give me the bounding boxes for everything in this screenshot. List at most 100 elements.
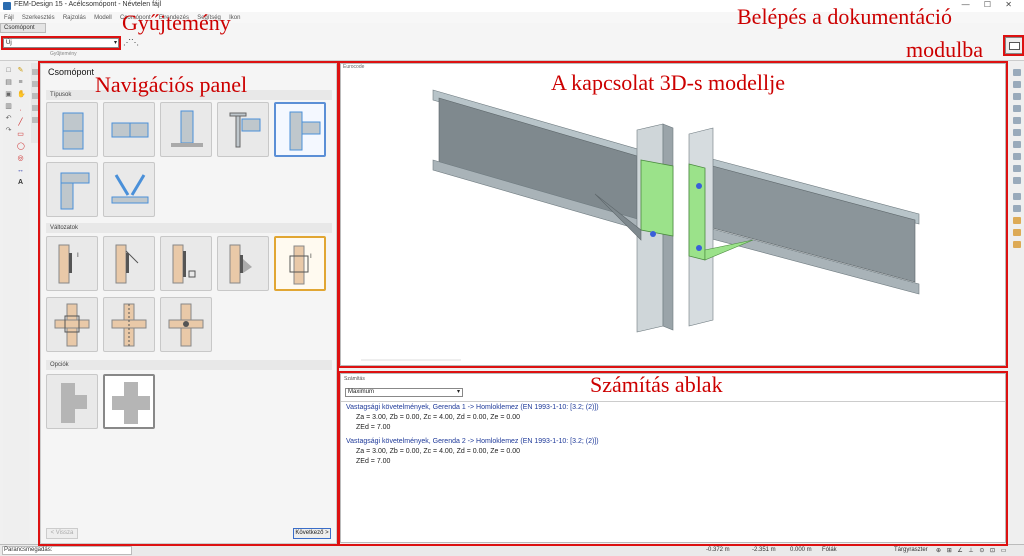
section-variants: Változatok	[46, 223, 332, 233]
bolt-icon	[696, 245, 702, 251]
joint-3d-model	[361, 89, 920, 361]
display-icon[interactable]	[1013, 193, 1021, 200]
end-plate-1	[640, 159, 674, 237]
column-beam-icon	[289, 111, 321, 151]
option-tile-1[interactable]	[46, 374, 98, 429]
app-window: { "titlebar": {"title": "FEM-Design 15 -…	[0, 0, 1024, 556]
zoom-all-icon[interactable]	[1013, 141, 1021, 148]
calc-result-1-title: Vastagsági követelmények, Gerenda 1 -> H…	[346, 404, 599, 411]
back-button[interactable]: < Vissza	[46, 528, 78, 539]
document-icon	[1009, 42, 1020, 50]
window-title: FEM-Design 15 - Acélcsomópont - Névtelen…	[14, 1, 162, 8]
text-icon[interactable]: A	[17, 179, 24, 186]
annotation-calculation: Számítás ablak	[590, 372, 723, 397]
chevron-down-icon: ▾	[113, 40, 117, 46]
variant-3-icon	[172, 244, 196, 284]
print-icon[interactable]: ▥	[5, 103, 12, 110]
snap-tools-icons[interactable]: ⊕ ⊞ ∠ ⊥ ⊙ ⊡ ▭	[936, 547, 1008, 554]
type-tile-column-beam-selected[interactable]	[274, 102, 326, 157]
variant-8-icon	[168, 303, 204, 347]
calc-result-2-sum: ZEd = 7.00	[356, 458, 391, 465]
new-icon[interactable]: □	[5, 67, 12, 74]
zoom-out-icon[interactable]	[1013, 129, 1021, 136]
collection-combo[interactable]: Új ▾	[3, 38, 119, 48]
type-tile-base-plate[interactable]	[160, 102, 212, 157]
calculation-window: Számítás Maximum ▾ Vastagsági követelmén…	[340, 373, 1006, 543]
scale-icon[interactable]	[32, 117, 38, 123]
undo-icon[interactable]: ↶	[5, 115, 12, 122]
navigation-panel: Csomópont Típusok Változatok I I Opciók …	[40, 63, 337, 544]
color-icon[interactable]	[1013, 229, 1021, 236]
option-cross-icon	[112, 382, 150, 424]
end-plate-2	[688, 163, 706, 261]
type-tile-beam-splice[interactable]	[103, 102, 155, 157]
variant-1-icon: I	[58, 244, 79, 284]
type-tile-column-splice[interactable]	[46, 102, 98, 157]
variant-tile-7[interactable]	[103, 297, 155, 352]
variant-tile-3[interactable]	[160, 236, 212, 291]
rectangle-icon[interactable]: ▭	[17, 131, 24, 138]
zoom-in-icon[interactable]	[1013, 117, 1021, 124]
option-tile-2[interactable]	[103, 374, 155, 429]
open-icon[interactable]: ▤	[5, 79, 12, 86]
type-tile-bracing[interactable]	[103, 162, 155, 217]
pan-icon[interactable]	[1013, 153, 1021, 160]
collection-combo-value: Új	[6, 40, 12, 46]
circle-icon[interactable]: ◯	[17, 143, 25, 150]
view-side-icon[interactable]	[1013, 93, 1021, 100]
variant-tile-1[interactable]: I	[46, 236, 98, 291]
beam1-web	[438, 97, 638, 221]
layers-icon[interactable]: ≡	[17, 79, 24, 86]
mirror-icon[interactable]	[32, 105, 38, 111]
window-controls[interactable]: — ☐ ✕	[962, 0, 1018, 9]
chevron-down-icon: ▾	[456, 389, 460, 395]
variant-tile-4[interactable]	[217, 236, 269, 291]
calc-caption: Számítás	[344, 376, 365, 382]
ribbon-tab-joint[interactable]: Csomópont	[0, 23, 46, 33]
variant-tile-2[interactable]	[103, 236, 155, 291]
hand-icon[interactable]: ✋	[17, 91, 26, 98]
type-tile-corner[interactable]	[46, 162, 98, 217]
layer-mode[interactable]: Fólák	[822, 547, 837, 553]
variant-tile-6[interactable]	[46, 297, 98, 352]
variant-tile-5-selected[interactable]: I	[274, 236, 326, 291]
model-3d-view[interactable]: Eurocode	[340, 63, 1006, 366]
command-label: Parancsmegadás:	[4, 547, 53, 553]
calc-result-2-values: Za = 3.00, Zb = 0.00, Zc = 4.00, Zd = 0.…	[356, 448, 521, 455]
svg-text:I: I	[77, 252, 79, 259]
view-top-icon[interactable]	[1013, 69, 1021, 76]
redo-icon[interactable]: ↷	[5, 127, 12, 134]
line-icon[interactable]: ╱	[17, 119, 24, 126]
pencil-icon[interactable]: ✎	[17, 67, 24, 74]
snap-mode[interactable]: Tárgyraszter	[894, 547, 928, 553]
section-icon[interactable]	[1013, 205, 1021, 212]
coord-x: -0.372 m	[706, 547, 730, 553]
move-icon[interactable]	[32, 69, 38, 75]
point-icon[interactable]: ·	[17, 107, 24, 114]
next-button[interactable]: Következő >	[293, 528, 331, 539]
documentation-module-button[interactable]	[1005, 37, 1023, 54]
save-icon[interactable]: ▣	[5, 91, 12, 98]
app-icon	[3, 2, 11, 10]
view-iso-icon[interactable]	[1013, 105, 1021, 112]
collection-options-icon[interactable]: ⋰⋱	[123, 38, 139, 48]
variant-2-icon	[115, 244, 139, 284]
dimension-icon[interactable]: ↔	[17, 167, 24, 174]
copy-icon[interactable]	[32, 81, 38, 87]
type-tile-beam-column[interactable]	[217, 102, 269, 157]
light-icon[interactable]	[1013, 217, 1021, 224]
rotate-icon[interactable]	[32, 93, 38, 99]
calc-mode-select[interactable]: Maximum ▾	[345, 388, 463, 397]
variant-tile-8[interactable]	[160, 297, 212, 352]
view-front-icon[interactable]	[1013, 81, 1021, 88]
annotation-navigation: Navigációs panel	[95, 72, 248, 97]
column-splice-icon	[62, 112, 84, 150]
base-plate-icon	[171, 110, 203, 147]
orbit-icon[interactable]	[1013, 165, 1021, 172]
target-icon[interactable]: ◎	[17, 155, 24, 162]
status-bar: Parancsmegadás: -0.372 m -2.351 m 0.000 …	[0, 544, 1024, 556]
material-icon[interactable]	[1013, 241, 1021, 248]
secondary-toolbar	[31, 63, 39, 143]
svg-text:I: I	[310, 253, 312, 260]
render-icon[interactable]	[1013, 177, 1021, 184]
